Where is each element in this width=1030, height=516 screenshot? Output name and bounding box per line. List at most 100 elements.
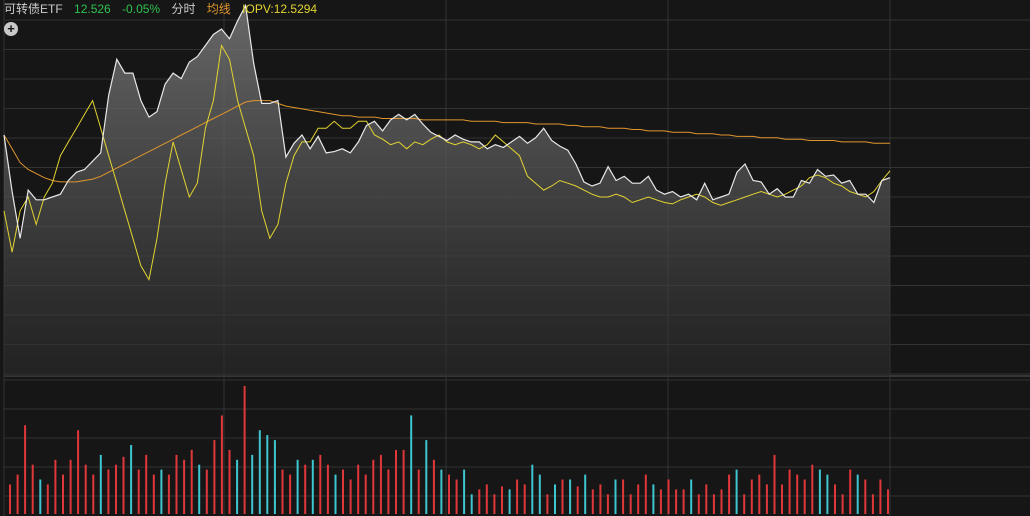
volume-bar: [84, 464, 87, 514]
volume-bar: [856, 474, 859, 514]
volume-bar: [364, 474, 367, 514]
volume-bar: [77, 430, 80, 514]
volume-bar: [455, 479, 458, 514]
volume-bar: [395, 449, 397, 514]
volume-bar: [516, 479, 519, 514]
volume-bar: [311, 459, 314, 514]
volume-bars: [9, 385, 889, 514]
volume-bar: [834, 484, 836, 514]
volume-bar: [9, 484, 11, 514]
volume-bar: [334, 474, 337, 514]
volume-bar: [584, 474, 587, 514]
volume-bar: [69, 459, 72, 514]
volume-bar: [198, 464, 201, 514]
volume-bar: [183, 459, 186, 514]
volume-bar: [644, 474, 647, 514]
volume-bar: [712, 494, 715, 514]
volume-bar: [629, 494, 632, 514]
volume-bar: [296, 459, 299, 514]
volume-bar: [485, 484, 488, 514]
volume-bar: [599, 484, 602, 514]
volume-bar: [319, 454, 322, 514]
volume-bar: [152, 474, 155, 514]
volume-bar: [425, 440, 428, 514]
volume-bar: [735, 469, 738, 514]
volume-bar: [273, 440, 276, 514]
volume-bar: [501, 486, 503, 514]
volume-bar: [652, 484, 655, 514]
volume-bar: [818, 469, 821, 514]
volume-bar: [190, 449, 193, 514]
volume-bar: [440, 469, 443, 514]
volume-bar: [281, 469, 284, 514]
volume-bar: [493, 494, 496, 514]
volume-bar: [92, 474, 95, 514]
iopv-label[interactable]: IOPV:12.5294: [242, 2, 317, 16]
volume-bar: [463, 469, 466, 514]
volume-bar: [46, 484, 49, 514]
volume-bar: [31, 464, 34, 514]
volume-bar: [122, 456, 125, 514]
volume-bar: [622, 479, 625, 514]
volume-bar: [554, 484, 556, 514]
volume-bar: [682, 489, 685, 514]
volume-bar: [841, 494, 844, 514]
security-name: 可转债ETF: [4, 2, 63, 16]
volume-bar: [39, 479, 42, 514]
volume-bar: [228, 449, 231, 514]
volume-bar: [289, 474, 292, 514]
volume-bar: [205, 469, 208, 514]
volume-bar: [887, 489, 889, 514]
volume-bar: [379, 454, 382, 514]
volume-bar: [410, 415, 413, 514]
volume-bar: [16, 474, 19, 514]
volume-bar: [470, 494, 473, 514]
plus-circle-icon[interactable]: +: [4, 22, 18, 36]
volume-bar: [546, 494, 549, 514]
volume-bar: [690, 479, 693, 514]
volume-bar: [879, 479, 882, 514]
volume-bar: [531, 464, 534, 514]
volume-bar: [561, 479, 564, 514]
volume-bar: [864, 479, 867, 514]
average-line-label[interactable]: 均线: [207, 2, 231, 16]
volume-bar: [107, 469, 110, 514]
volume-bar: [137, 469, 140, 514]
volume-bar: [62, 474, 64, 514]
volume-bar: [175, 454, 178, 514]
volume-bar: [167, 474, 170, 514]
volume-bar: [728, 474, 731, 514]
volume-bar: [130, 445, 133, 514]
volume-bar: [372, 459, 375, 514]
volume-bar: [145, 454, 148, 514]
volume-bar: [667, 479, 670, 514]
time-share-label[interactable]: 分时: [171, 2, 195, 16]
chart-header: 可转债ETF 12.526 -0.05% 分时 均线 IOPV:12.5294: [4, 1, 325, 17]
volume-bar: [796, 474, 799, 514]
volume-bar: [478, 489, 481, 514]
volume-bar: [538, 474, 541, 514]
volume-bar: [750, 479, 753, 514]
volume-bar: [160, 469, 163, 514]
volume-bar: [606, 494, 609, 514]
price-area-fill: [4, 5, 890, 376]
volume-bar: [765, 484, 768, 514]
volume-bar: [811, 464, 814, 514]
volume-bar: [871, 494, 874, 514]
volume-bar: [243, 385, 246, 514]
volume-bar: [304, 464, 307, 514]
volume-bar: [357, 464, 360, 514]
current-price: 12.526: [74, 2, 111, 16]
volume-bar: [115, 464, 117, 514]
volume-bar: [402, 449, 405, 514]
volume-bar: [220, 415, 223, 514]
volume-bar: [342, 469, 344, 514]
volume-bar: [705, 484, 708, 514]
volume-bar: [213, 440, 216, 514]
volume-bar: [326, 464, 329, 514]
volume-bar: [803, 479, 806, 514]
volume-bar: [720, 489, 723, 514]
volume-bar: [24, 425, 27, 514]
volume-bar: [849, 469, 852, 514]
intraday-chart[interactable]: [0, 0, 1030, 516]
